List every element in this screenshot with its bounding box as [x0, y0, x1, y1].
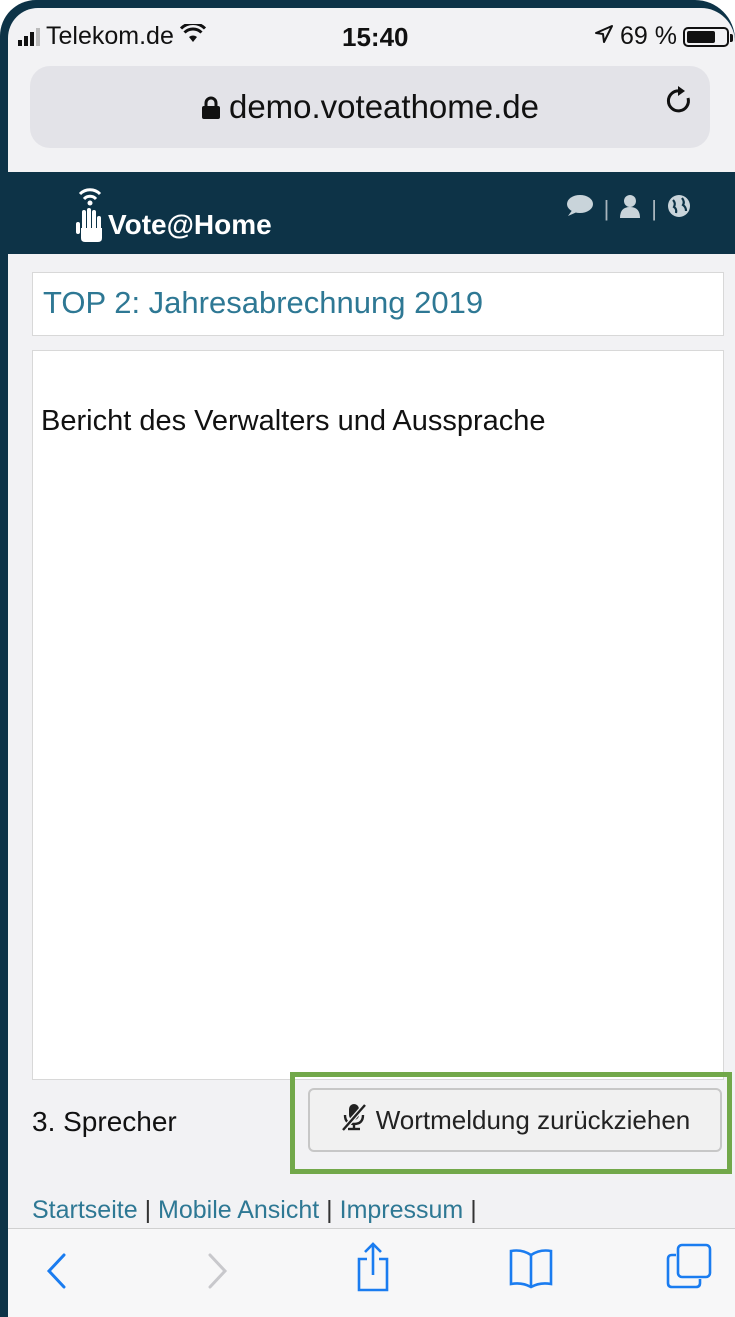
agenda-title-box: TOP 2: Jahresabrechnung 2019 — [32, 272, 724, 336]
battery-icon — [683, 26, 733, 47]
header-separator: | — [603, 196, 610, 221]
main-content: TOP 2: Jahresabrechnung 2019 Bericht des… — [8, 254, 735, 1260]
location-arrow-icon — [594, 22, 614, 51]
bookmarks-icon[interactable] — [508, 1247, 554, 1294]
microphone-off-icon — [340, 1102, 368, 1139]
lock-icon — [201, 90, 221, 128]
tabs-icon[interactable] — [666, 1243, 712, 1294]
footer-link-mobile-view[interactable]: Mobile Ansicht — [158, 1196, 319, 1224]
agenda-body-box: Bericht des Verwalters und Aussprache — [32, 350, 724, 1080]
footer-link-impressum[interactable]: Impressum — [340, 1196, 464, 1224]
app-header: Vote@Home | | — [8, 172, 735, 254]
phone-screen: Telekom.de 15:40 69 % demo.voteathome.de — [8, 8, 735, 1317]
speaker-position: 3. Sprecher — [32, 1106, 177, 1137]
footer-separator: | — [144, 1196, 152, 1224]
status-time: 15:40 — [342, 22, 409, 52]
battery-percent: 69 % — [620, 22, 677, 50]
device-frame: Telekom.de 15:40 69 % demo.voteathome.de — [0, 0, 735, 1317]
url-display[interactable]: demo.voteathome.de — [30, 88, 710, 128]
footer-link-startseite[interactable]: Startseite — [32, 1196, 138, 1224]
status-left: Telekom.de — [18, 22, 206, 51]
url-text: demo.voteathome.de — [228, 88, 540, 125]
forward-icon[interactable] — [206, 1251, 230, 1296]
user-icon[interactable] — [619, 194, 641, 224]
logo-text: Vote@Home — [108, 209, 272, 240]
chat-icon[interactable] — [564, 194, 594, 224]
header-icons: | | — [564, 194, 691, 224]
status-right: 69 % — [594, 22, 733, 51]
signal-icon — [18, 27, 40, 46]
withdraw-request-button[interactable]: Wortmeldung zurückziehen — [308, 1088, 722, 1152]
agenda-body-text: Bericht des Verwalters und Aussprache — [41, 405, 546, 437]
footer-separator: | — [470, 1196, 477, 1224]
footer-separator: | — [326, 1196, 333, 1224]
back-icon[interactable] — [44, 1251, 68, 1296]
status-bar: Telekom.de 15:40 69 % — [8, 8, 735, 64]
hand-wifi-logo-icon — [74, 182, 106, 249]
share-icon[interactable] — [356, 1241, 390, 1298]
globe-icon[interactable] — [667, 194, 691, 224]
wifi-icon — [179, 22, 206, 51]
footer-links: Startseite | Mobile Ansicht | Impressum … — [32, 1196, 477, 1225]
reload-icon[interactable] — [664, 84, 694, 123]
app-logo[interactable]: Vote@Home — [74, 182, 272, 249]
address-bar[interactable]: demo.voteathome.de — [30, 66, 710, 148]
withdraw-button-label: Wortmeldung zurückziehen — [375, 1104, 691, 1135]
header-separator: | — [651, 196, 657, 221]
carrier-name: Telekom.de — [46, 22, 174, 50]
browser-toolbar — [8, 1228, 735, 1317]
agenda-title: TOP 2: Jahresabrechnung 2019 — [43, 285, 484, 320]
